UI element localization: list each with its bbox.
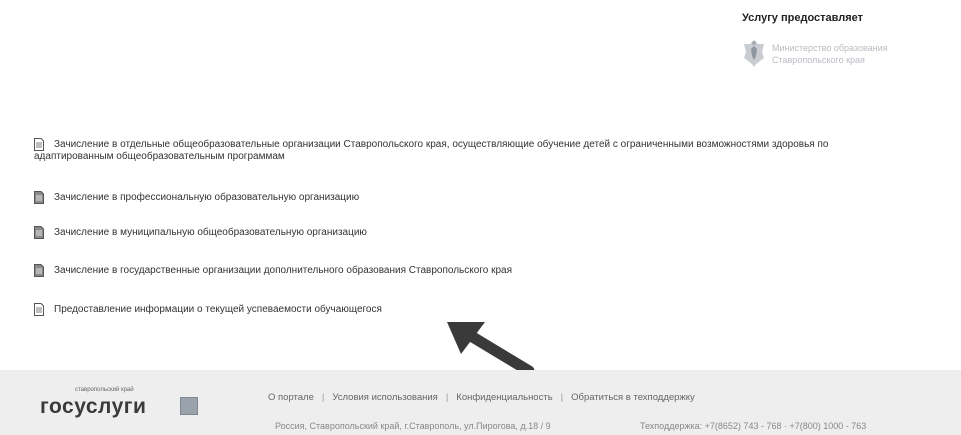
service-link-academic-progress[interactable]: Предоставление информации о текущей успе… <box>54 304 944 316</box>
coat-of-arms-icon <box>744 40 764 67</box>
document-icon <box>34 264 44 277</box>
footer-link-terms[interactable]: Условия использования <box>332 392 437 403</box>
pointer-arrow-icon <box>447 322 535 377</box>
document-icon <box>34 138 44 151</box>
footer-link-privacy[interactable]: Конфиденциальность <box>456 392 552 403</box>
footer-support-phones: Техподдержка: +7(8652) 743 - 768 · +7(80… <box>640 421 867 431</box>
service-link-additional-education[interactable]: Зачисление в государственные организации… <box>54 265 944 277</box>
document-icon <box>34 226 44 239</box>
list-item: Предоставление информации о текущей успе… <box>34 303 944 316</box>
service-link-municipal[interactable]: Зачисление в муниципальную общеобразоват… <box>54 227 944 239</box>
footer-link-about[interactable]: О портале <box>268 392 314 403</box>
list-item: Зачисление в государственные организации… <box>34 264 944 277</box>
list-item: Зачисление в муниципальную общеобразоват… <box>34 226 944 239</box>
footer-links: О портале | Условия использования | Конфиден… <box>268 392 695 403</box>
service-link-special-needs[interactable]: Зачисление в отдельные общеобразовательн… <box>34 139 944 163</box>
footer-address: Россия, Ставропольский край, г.Ставропол… <box>275 421 551 431</box>
service-link-professional[interactable]: Зачисление в профессиональную образовате… <box>54 192 944 204</box>
provider-title: Услугу предоставляет <box>742 12 864 24</box>
site-footer: ставропольский край госуслуги О портале |… <box>0 370 961 435</box>
provider-name: Министерство образования Ставропольского… <box>772 43 888 65</box>
list-item: Зачисление в профессиональную образовате… <box>34 191 944 204</box>
document-icon <box>34 303 44 316</box>
logo-square-icon <box>180 397 198 415</box>
list-item: Зачисление в отдельные общеобразовательн… <box>34 138 944 163</box>
document-icon <box>34 191 44 204</box>
provider-link[interactable]: Министерство образования Ставропольского… <box>742 38 957 78</box>
service-provider: Услугу предоставляет Министерство образо… <box>742 12 957 67</box>
footer-link-support[interactable]: Обратиться в техподдержку <box>571 392 695 403</box>
